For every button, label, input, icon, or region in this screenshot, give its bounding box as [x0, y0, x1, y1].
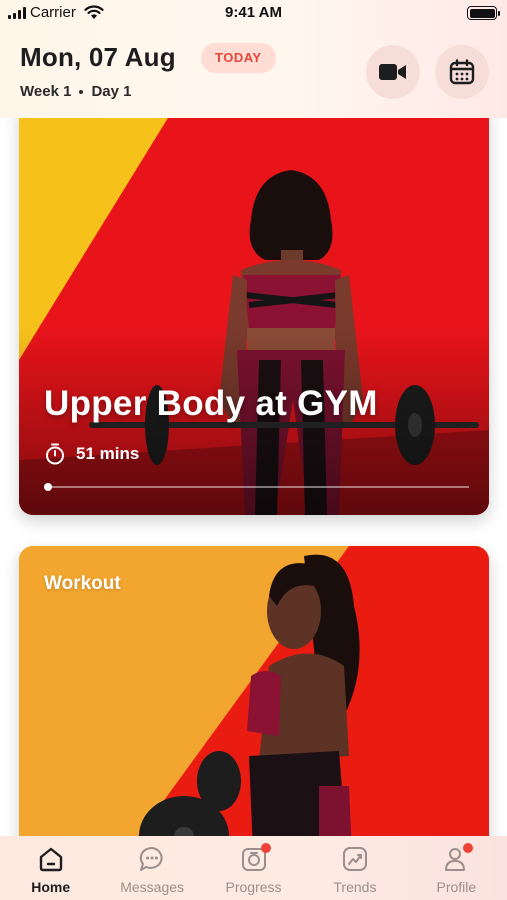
- notification-dot: [463, 843, 474, 853]
- day-label: Day 1: [91, 83, 132, 100]
- trends-icon: [340, 844, 370, 874]
- tab-label: Messages: [120, 879, 185, 895]
- workout-card[interactable]: Workout: [19, 546, 489, 876]
- tab-label: Progress: [225, 879, 282, 895]
- tab-home[interactable]: Home: [0, 836, 101, 900]
- page-title: Mon, 07 Aug: [20, 42, 176, 72]
- calendar-icon: [449, 59, 475, 85]
- workout-photo-2: [19, 546, 489, 876]
- status-time: 9:41 AM: [225, 4, 282, 21]
- app-header: Carrier 9:41 AM Mon, 07 Aug TODAY Week 1…: [0, 0, 507, 118]
- workout-progress-bar[interactable]: [44, 483, 469, 491]
- tab-messages[interactable]: Messages: [101, 836, 202, 900]
- status-bar: Carrier 9:41 AM: [0, 0, 507, 26]
- tab-profile[interactable]: Profile: [406, 836, 507, 900]
- duration-label: 51 mins: [76, 444, 140, 463]
- tab-trends[interactable]: Trends: [304, 836, 405, 900]
- video-call-button[interactable]: [366, 45, 420, 99]
- battery-icon: [467, 6, 500, 20]
- bottom-tab-bar: Home Messages Progress Trends Profile: [0, 836, 507, 900]
- featured-workout-card[interactable]: Upper Body at GYM 51 mins: [19, 100, 489, 515]
- tab-label: Trends: [333, 879, 377, 895]
- week-day-line: Week 1 Day 1: [20, 83, 131, 100]
- card-category-label: Workout: [44, 573, 121, 594]
- stopwatch-icon: [46, 443, 64, 465]
- workout-duration: 51 mins: [44, 443, 139, 465]
- progress-photo-icon: [239, 843, 271, 874]
- week-label: Week 1: [20, 83, 72, 100]
- tab-label: Home: [31, 879, 71, 895]
- calendar-button[interactable]: [435, 45, 489, 99]
- separator-dot: [79, 89, 84, 94]
- today-badge[interactable]: TODAY: [201, 43, 276, 73]
- workout-title: Upper Body at GYM: [44, 384, 378, 423]
- home-icon: [36, 844, 66, 874]
- tab-progress[interactable]: Progress: [203, 836, 304, 900]
- notification-dot: [260, 843, 271, 853]
- profile-icon: [441, 843, 474, 874]
- tab-label: Profile: [436, 879, 477, 895]
- chat-icon: [137, 844, 167, 874]
- video-camera-icon: [379, 64, 406, 80]
